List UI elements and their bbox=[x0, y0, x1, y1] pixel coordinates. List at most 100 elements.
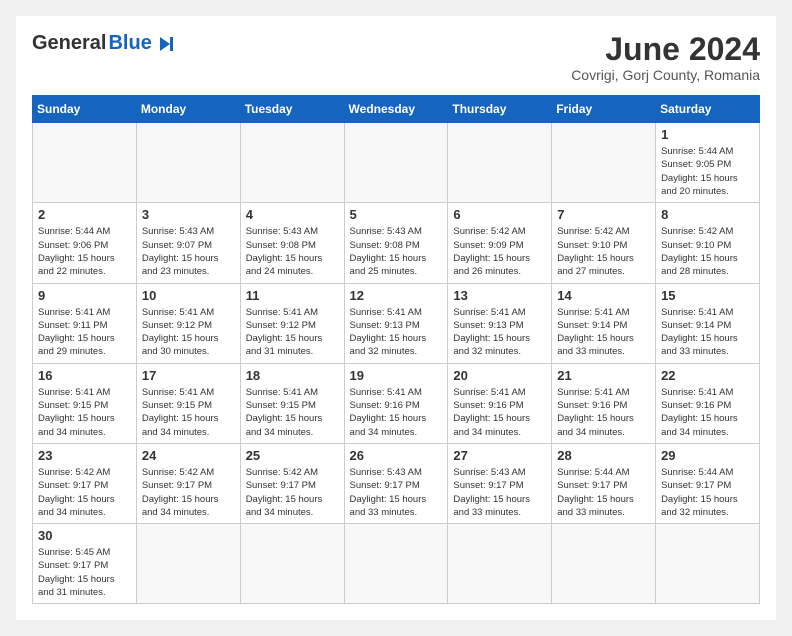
day-number: 11 bbox=[246, 288, 339, 303]
day-number: 24 bbox=[142, 448, 235, 463]
weekday-header-tuesday: Tuesday bbox=[240, 96, 344, 123]
day-info: Sunrise: 5:43 AM Sunset: 9:07 PM Dayligh… bbox=[142, 225, 235, 278]
location: Covrigi, Gorj County, Romania bbox=[571, 67, 760, 83]
day-info: Sunrise: 5:42 AM Sunset: 9:10 PM Dayligh… bbox=[661, 225, 754, 278]
calendar-cell bbox=[344, 524, 448, 604]
day-info: Sunrise: 5:41 AM Sunset: 9:16 PM Dayligh… bbox=[661, 386, 754, 439]
day-number: 25 bbox=[246, 448, 339, 463]
calendar-cell bbox=[448, 123, 552, 203]
calendar-cell: 5 Sunrise: 5:43 AM Sunset: 9:08 PM Daylig… bbox=[344, 203, 448, 283]
calendar-cell: 8 Sunrise: 5:42 AM Sunset: 9:10 PM Daylig… bbox=[656, 203, 760, 283]
calendar-cell bbox=[136, 123, 240, 203]
logo-blue-text: Blue bbox=[108, 32, 151, 55]
day-info: Sunrise: 5:42 AM Sunset: 9:17 PM Dayligh… bbox=[38, 466, 131, 519]
day-number: 7 bbox=[557, 207, 650, 222]
calendar-cell: 18Sunrise: 5:41 AM Sunset: 9:15 PM Dayli… bbox=[240, 363, 344, 443]
calendar-cell bbox=[448, 524, 552, 604]
month-title: June 2024 bbox=[571, 32, 760, 67]
week-row-1: 1 Sunrise: 5:44 AM Sunset: 9:05 PM Daylig… bbox=[33, 123, 760, 203]
day-info: Sunrise: 5:42 AM Sunset: 9:10 PM Dayligh… bbox=[557, 225, 650, 278]
day-info: Sunrise: 5:43 AM Sunset: 9:17 PM Dayligh… bbox=[453, 466, 546, 519]
day-info: Sunrise: 5:42 AM Sunset: 9:09 PM Dayligh… bbox=[453, 225, 546, 278]
day-number: 4 bbox=[246, 207, 339, 222]
day-number: 2 bbox=[38, 207, 131, 222]
day-info: Sunrise: 5:44 AM Sunset: 9:17 PM Dayligh… bbox=[557, 466, 650, 519]
day-info: Sunrise: 5:41 AM Sunset: 9:16 PM Dayligh… bbox=[350, 386, 443, 439]
day-info: Sunrise: 5:41 AM Sunset: 9:15 PM Dayligh… bbox=[38, 386, 131, 439]
day-info: Sunrise: 5:43 AM Sunset: 9:08 PM Dayligh… bbox=[246, 225, 339, 278]
weekday-header-saturday: Saturday bbox=[656, 96, 760, 123]
weekday-header-sunday: Sunday bbox=[33, 96, 137, 123]
calendar-cell: 12Sunrise: 5:41 AM Sunset: 9:13 PM Dayli… bbox=[344, 283, 448, 363]
day-info: Sunrise: 5:41 AM Sunset: 9:16 PM Dayligh… bbox=[453, 386, 546, 439]
weekday-header-friday: Friday bbox=[552, 96, 656, 123]
day-info: Sunrise: 5:44 AM Sunset: 9:05 PM Dayligh… bbox=[661, 145, 754, 198]
calendar-cell: 22 Sunrise: 5:41 AM Sunset: 9:16 PM Dayli… bbox=[656, 363, 760, 443]
day-number: 26 bbox=[350, 448, 443, 463]
calendar-cell: 6 Sunrise: 5:42 AM Sunset: 9:09 PM Daylig… bbox=[448, 203, 552, 283]
header: General Blue June 2024 Covrigi, Gorj Cou… bbox=[32, 32, 760, 83]
title-area: June 2024 Covrigi, Gorj County, Romania bbox=[571, 32, 760, 83]
logo-general-text: General bbox=[32, 32, 106, 55]
calendar-cell bbox=[136, 524, 240, 604]
calendar-cell: 1 Sunrise: 5:44 AM Sunset: 9:05 PM Daylig… bbox=[656, 123, 760, 203]
calendar-cell: 23 Sunrise: 5:42 AM Sunset: 9:17 PM Dayli… bbox=[33, 443, 137, 523]
day-info: Sunrise: 5:44 AM Sunset: 9:17 PM Dayligh… bbox=[661, 466, 754, 519]
weekday-header-row: SundayMondayTuesdayWednesdayThursdayFrid… bbox=[33, 96, 760, 123]
calendar-cell: 26 Sunrise: 5:43 AM Sunset: 9:17 PM Dayli… bbox=[344, 443, 448, 523]
weekday-header-thursday: Thursday bbox=[448, 96, 552, 123]
day-number: 16 bbox=[38, 368, 131, 383]
calendar-cell: 17Sunrise: 5:41 AM Sunset: 9:15 PM Dayli… bbox=[136, 363, 240, 443]
calendar-cell: 21Sunrise: 5:41 AM Sunset: 9:16 PM Dayli… bbox=[552, 363, 656, 443]
calendar-cell: 9Sunrise: 5:41 AM Sunset: 9:11 PM Daylig… bbox=[33, 283, 137, 363]
day-number: 30 bbox=[38, 528, 131, 543]
weekday-header-wednesday: Wednesday bbox=[344, 96, 448, 123]
day-number: 18 bbox=[246, 368, 339, 383]
day-number: 22 bbox=[661, 368, 754, 383]
day-info: Sunrise: 5:41 AM Sunset: 9:13 PM Dayligh… bbox=[453, 306, 546, 359]
day-number: 19 bbox=[350, 368, 443, 383]
week-row-6: 30 Sunrise: 5:45 AM Sunset: 9:17 PM Dayli… bbox=[33, 524, 760, 604]
day-number: 27 bbox=[453, 448, 546, 463]
day-number: 10 bbox=[142, 288, 235, 303]
day-number: 5 bbox=[350, 207, 443, 222]
calendar-cell bbox=[344, 123, 448, 203]
day-info: Sunrise: 5:41 AM Sunset: 9:14 PM Dayligh… bbox=[661, 306, 754, 359]
day-info: Sunrise: 5:41 AM Sunset: 9:15 PM Dayligh… bbox=[142, 386, 235, 439]
calendar-cell: 15 Sunrise: 5:41 AM Sunset: 9:14 PM Dayli… bbox=[656, 283, 760, 363]
calendar-cell bbox=[240, 123, 344, 203]
calendar-cell: 11Sunrise: 5:41 AM Sunset: 9:12 PM Dayli… bbox=[240, 283, 344, 363]
day-info: Sunrise: 5:44 AM Sunset: 9:06 PM Dayligh… bbox=[38, 225, 131, 278]
day-number: 15 bbox=[661, 288, 754, 303]
day-number: 6 bbox=[453, 207, 546, 222]
calendar-cell: 25Sunrise: 5:42 AM Sunset: 9:17 PM Dayli… bbox=[240, 443, 344, 523]
day-number: 8 bbox=[661, 207, 754, 222]
logo-icon bbox=[154, 33, 176, 55]
week-row-5: 23 Sunrise: 5:42 AM Sunset: 9:17 PM Dayli… bbox=[33, 443, 760, 523]
day-number: 3 bbox=[142, 207, 235, 222]
day-info: Sunrise: 5:43 AM Sunset: 9:08 PM Dayligh… bbox=[350, 225, 443, 278]
calendar-cell: 29 Sunrise: 5:44 AM Sunset: 9:17 PM Dayli… bbox=[656, 443, 760, 523]
day-number: 29 bbox=[661, 448, 754, 463]
calendar-cell: 24Sunrise: 5:42 AM Sunset: 9:17 PM Dayli… bbox=[136, 443, 240, 523]
day-number: 12 bbox=[350, 288, 443, 303]
day-number: 21 bbox=[557, 368, 650, 383]
day-number: 13 bbox=[453, 288, 546, 303]
day-number: 9 bbox=[38, 288, 131, 303]
day-number: 1 bbox=[661, 127, 754, 142]
day-info: Sunrise: 5:45 AM Sunset: 9:17 PM Dayligh… bbox=[38, 546, 131, 599]
calendar-cell: 20Sunrise: 5:41 AM Sunset: 9:16 PM Dayli… bbox=[448, 363, 552, 443]
weekday-header-monday: Monday bbox=[136, 96, 240, 123]
calendar-cell: 30 Sunrise: 5:45 AM Sunset: 9:17 PM Dayli… bbox=[33, 524, 137, 604]
calendar-cell: 7 Sunrise: 5:42 AM Sunset: 9:10 PM Daylig… bbox=[552, 203, 656, 283]
calendar-cell bbox=[552, 123, 656, 203]
day-number: 23 bbox=[38, 448, 131, 463]
logo: General Blue bbox=[32, 32, 176, 55]
day-info: Sunrise: 5:41 AM Sunset: 9:12 PM Dayligh… bbox=[142, 306, 235, 359]
day-info: Sunrise: 5:43 AM Sunset: 9:17 PM Dayligh… bbox=[350, 466, 443, 519]
calendar-cell: 3 Sunrise: 5:43 AM Sunset: 9:07 PM Daylig… bbox=[136, 203, 240, 283]
calendar-cell: 10 Sunrise: 5:41 AM Sunset: 9:12 PM Dayli… bbox=[136, 283, 240, 363]
week-row-4: 16 Sunrise: 5:41 AM Sunset: 9:15 PM Dayli… bbox=[33, 363, 760, 443]
day-info: Sunrise: 5:41 AM Sunset: 9:14 PM Dayligh… bbox=[557, 306, 650, 359]
day-number: 14 bbox=[557, 288, 650, 303]
